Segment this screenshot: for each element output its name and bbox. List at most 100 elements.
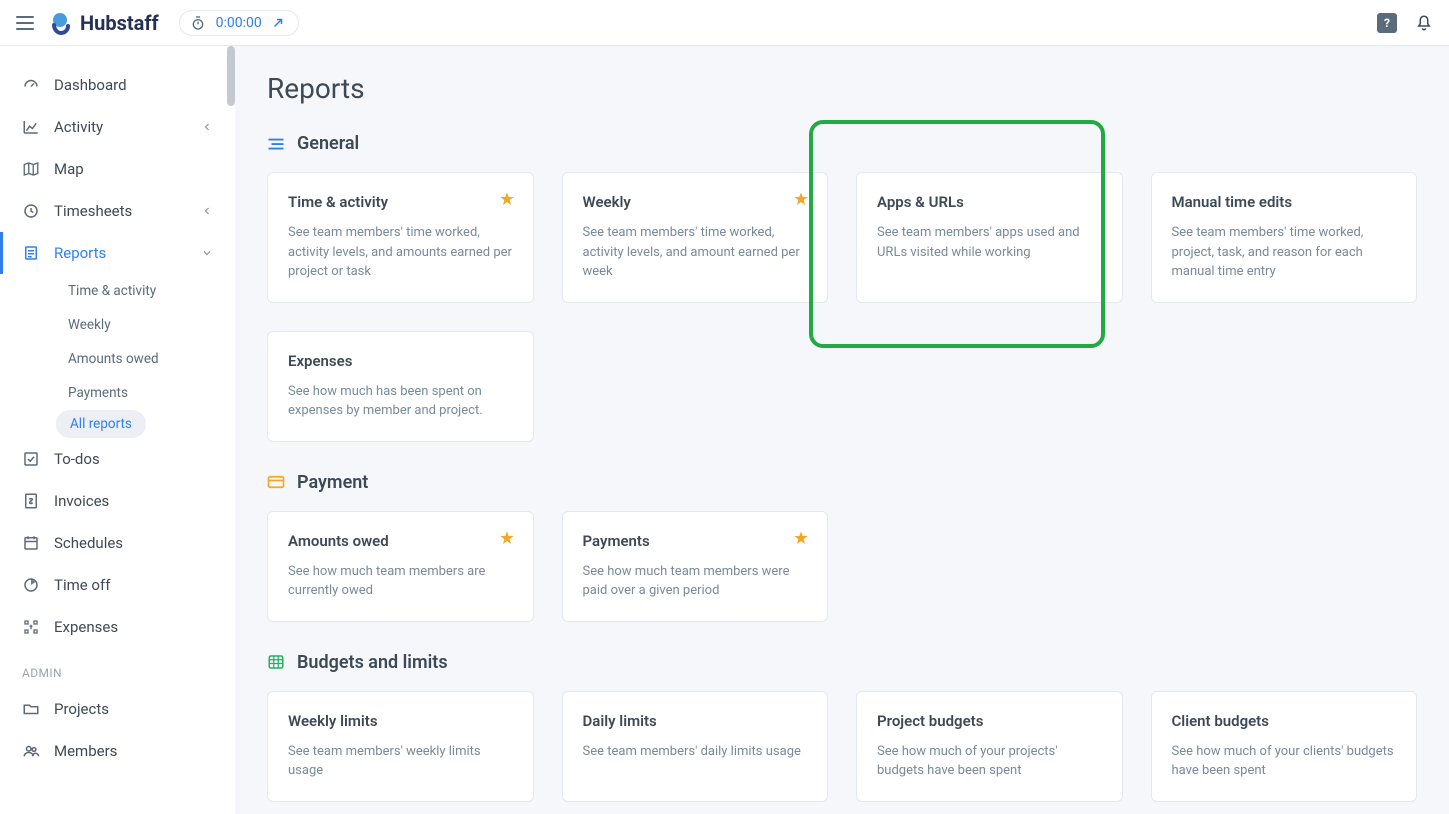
- subnav-time-activity[interactable]: Time & activity: [56, 274, 168, 308]
- card-title: Payments: [583, 532, 808, 550]
- card-desc: See how much of your clients' budgets ha…: [1172, 742, 1397, 781]
- sidebar-item-members[interactable]: Members: [0, 730, 235, 772]
- timer-widget[interactable]: 0:00:00: [179, 10, 299, 36]
- sidebar-item-label: Members: [54, 742, 117, 760]
- card-title: Project budgets: [877, 712, 1102, 730]
- card-title: Time & activity: [288, 193, 513, 211]
- card-desc: See team members' weekly limits usage: [288, 742, 513, 781]
- reports-subnav: Time & activity Weekly Amounts owed Paym…: [0, 274, 235, 438]
- card-daily-limits[interactable]: Daily limits See team members' daily lim…: [562, 691, 829, 802]
- stopwatch-icon: [190, 15, 206, 31]
- card-expenses[interactable]: Expenses See how much has been spent on …: [267, 331, 534, 442]
- section-title: Budgets and limits: [297, 652, 448, 673]
- sidebar-item-label: Schedules: [54, 534, 123, 552]
- star-icon[interactable]: [793, 191, 809, 207]
- sidebar-item-schedules[interactable]: Schedules: [0, 522, 235, 564]
- card-desc: See team members' time worked, project, …: [1172, 223, 1397, 282]
- sidebar: Dashboard Activity Map Timesheets Report…: [0, 46, 235, 814]
- calendar-icon: [22, 534, 40, 552]
- admin-section-label: ADMIN: [0, 648, 235, 688]
- sidebar-item-invoices[interactable]: Invoices: [0, 480, 235, 522]
- topbar: Hubstaff 0:00:00 ?: [0, 0, 1449, 46]
- sidebar-item-label: Dashboard: [54, 76, 127, 94]
- sidebar-item-map[interactable]: Map: [0, 148, 235, 190]
- card-weekly-limits[interactable]: Weekly limits See team members' weekly l…: [267, 691, 534, 802]
- subnav-all-reports[interactable]: All reports: [56, 410, 146, 438]
- card-title: Daily limits: [583, 712, 808, 730]
- sidebar-item-activity[interactable]: Activity: [0, 106, 235, 148]
- subnav-weekly[interactable]: Weekly: [56, 308, 123, 342]
- brand-logo[interactable]: Hubstaff: [48, 11, 159, 35]
- hubstaff-logo-icon: [48, 11, 72, 35]
- card-title: Amounts owed: [288, 532, 513, 550]
- sidebar-item-reports[interactable]: Reports: [0, 232, 235, 274]
- map-icon: [22, 160, 40, 178]
- section-header-general: General: [267, 133, 1417, 154]
- sidebar-item-timesheets[interactable]: Timesheets: [0, 190, 235, 232]
- sidebar-item-todos[interactable]: To-dos: [0, 438, 235, 480]
- sidebar-item-label: Timesheets: [54, 202, 132, 220]
- table-icon: [267, 655, 285, 669]
- general-card-grid: Time & activity See team members' time w…: [267, 172, 1417, 442]
- folder-icon: [22, 700, 40, 718]
- card-amounts-owed[interactable]: Amounts owed See how much team members a…: [267, 511, 534, 622]
- checklist-icon: [22, 450, 40, 468]
- payment-card-grid: Amounts owed See how much team members a…: [267, 511, 1417, 622]
- sidebar-item-projects[interactable]: Projects: [0, 688, 235, 730]
- layout: Dashboard Activity Map Timesheets Report…: [0, 46, 1449, 814]
- subnav-payments[interactable]: Payments: [56, 376, 140, 410]
- expenses-icon: [22, 618, 40, 636]
- card-payments[interactable]: Payments See how much team members were …: [562, 511, 829, 622]
- topbar-right: ?: [1377, 13, 1433, 33]
- card-title: Manual time edits: [1172, 193, 1397, 211]
- sidebar-item-label: Reports: [54, 244, 106, 262]
- card-title: Weekly: [583, 193, 808, 211]
- card-client-budgets[interactable]: Client budgets See how much of your clie…: [1151, 691, 1418, 802]
- main-content: Reports General Time & activity See team…: [235, 46, 1449, 814]
- section-title: Payment: [297, 472, 368, 493]
- invoice-icon: [22, 492, 40, 510]
- sidebar-item-timeoff[interactable]: Time off: [0, 564, 235, 606]
- star-icon[interactable]: [793, 530, 809, 546]
- section-title: General: [297, 133, 359, 154]
- card-desc: See team members' time worked, activity …: [288, 223, 513, 282]
- notifications-icon[interactable]: [1415, 14, 1433, 32]
- card-weekly[interactable]: Weekly See team members' time worked, ac…: [562, 172, 829, 303]
- sidebar-item-label: Time off: [54, 576, 110, 594]
- card-time-activity[interactable]: Time & activity See team members' time w…: [267, 172, 534, 303]
- help-button[interactable]: ?: [1377, 13, 1397, 33]
- budgets-card-grid: Weekly limits See team members' weekly l…: [267, 691, 1417, 802]
- list-icon: [267, 137, 285, 151]
- card-manual-time-edits[interactable]: Manual time edits See team members' time…: [1151, 172, 1418, 303]
- section-header-budgets: Budgets and limits: [267, 652, 1417, 673]
- menu-toggle-button[interactable]: [16, 16, 34, 30]
- topbar-left: Hubstaff 0:00:00: [16, 10, 299, 36]
- page-title: Reports: [267, 72, 1417, 105]
- card-apps-urls[interactable]: Apps & URLs See team members' apps used …: [856, 172, 1123, 303]
- people-icon: [22, 742, 40, 760]
- sidebar-item-expenses[interactable]: Expenses: [0, 606, 235, 648]
- card-desc: See how much team members were paid over…: [583, 562, 808, 601]
- sidebar-item-dashboard[interactable]: Dashboard: [0, 64, 235, 106]
- section-header-payment: Payment: [267, 472, 1417, 493]
- sidebar-item-label: Invoices: [54, 492, 109, 510]
- gauge-icon: [22, 76, 40, 94]
- report-icon: [22, 244, 40, 262]
- star-icon[interactable]: [499, 530, 515, 546]
- sidebar-item-label: Expenses: [54, 618, 118, 636]
- card-title: Apps & URLs: [877, 193, 1102, 211]
- timer-value: 0:00:00: [216, 15, 262, 31]
- star-icon[interactable]: [499, 191, 515, 207]
- activity-icon: [22, 118, 40, 136]
- chevron-left-icon: [201, 121, 213, 133]
- sidebar-item-label: Activity: [54, 118, 103, 136]
- card-title: Weekly limits: [288, 712, 513, 730]
- card-desc: See how much of your projects' budgets h…: [877, 742, 1102, 781]
- card-project-budgets[interactable]: Project budgets See how much of your pro…: [856, 691, 1123, 802]
- subnav-amounts-owed[interactable]: Amounts owed: [56, 342, 171, 376]
- pie-icon: [22, 576, 40, 594]
- card-desc: See team members' time worked, activity …: [583, 223, 808, 282]
- external-arrow-icon: [272, 17, 284, 29]
- sidebar-item-label: Projects: [54, 700, 109, 718]
- chevron-left-icon: [201, 205, 213, 217]
